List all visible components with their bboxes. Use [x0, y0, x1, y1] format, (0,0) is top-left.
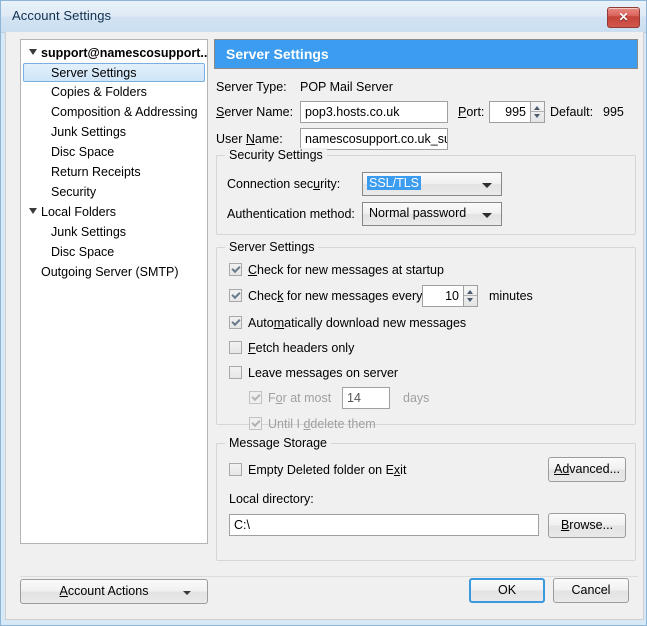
- until-delete-checkbox: [249, 417, 262, 430]
- server-settings-group: Server Settings Check for new messages a…: [216, 240, 636, 431]
- port-default-label: Default:: [550, 105, 594, 119]
- cancel-button[interactable]: Cancel: [553, 578, 629, 603]
- check-every-label: Check for new messages every: [248, 289, 423, 303]
- chevron-down-icon: [482, 183, 492, 188]
- leave-on-server-checkbox[interactable]: [229, 366, 242, 379]
- tree-item-label: Local Folders: [41, 205, 117, 219]
- tree-item-label: Disc Space: [51, 145, 115, 159]
- port-default-value: 995: [603, 105, 624, 119]
- server-name-label: Server Name:: [216, 105, 294, 119]
- tree-item-label: Copies & Folders: [51, 85, 147, 99]
- connection-security-label: Connection security:: [227, 177, 341, 191]
- server-type-value: POP Mail Server: [300, 80, 393, 94]
- authentication-method-label: Authentication method:: [227, 207, 355, 221]
- spinner-down-icon[interactable]: [467, 298, 473, 302]
- page-title: Server Settings: [226, 46, 329, 62]
- server-type-label: Server Type:: [216, 80, 287, 94]
- port-label: Port:: [458, 105, 485, 119]
- ok-button[interactable]: OK: [469, 578, 545, 603]
- server-name-input[interactable]: pop3.hosts.co.uk: [300, 101, 448, 123]
- check-startup-label: Check for new messages at startup: [248, 263, 444, 277]
- check-every-spinner[interactable]: [464, 285, 478, 307]
- window-title: Account Settings: [12, 8, 112, 23]
- sidebar-item-local-disc-space[interactable]: Disc Space: [21, 242, 207, 262]
- message-storage-title: Message Storage: [225, 436, 331, 450]
- sidebar-item-local-junk-settings[interactable]: Junk Settings: [21, 222, 207, 242]
- server-settings-title: Server Settings: [225, 240, 319, 254]
- leave-on-server-label: Leave messages on server: [248, 366, 399, 380]
- tree-item-label: Disc Space: [51, 245, 115, 259]
- sidebar-item-security[interactable]: Security: [21, 182, 207, 202]
- fetch-headers-checkbox[interactable]: [229, 341, 242, 354]
- days-label: days: [403, 391, 430, 405]
- sidebar-item-copies-folders[interactable]: Copies & Folders: [21, 82, 207, 102]
- account-settings-window: Account Settings ✕ support@namescosuppor…: [0, 0, 647, 626]
- empty-deleted-checkbox[interactable]: [229, 463, 242, 476]
- empty-deleted-label: Empty Deleted folder on Exit: [248, 463, 407, 477]
- sidebar-item-composition-addressing[interactable]: Composition & Addressing: [21, 102, 207, 122]
- chevron-down-icon: [482, 213, 492, 218]
- accounts-tree[interactable]: support@namescosupport.... Server Settin…: [20, 39, 208, 544]
- check-startup-checkbox[interactable]: [229, 263, 242, 276]
- until-delete-label: Until I ddelete them: [268, 417, 376, 431]
- user-name-label: User Name:: [216, 132, 283, 146]
- tree-item-label: support@namescosupport....: [41, 46, 207, 60]
- close-button[interactable]: ✕: [607, 7, 640, 28]
- sidebar-item-disc-space[interactable]: Disc Space: [21, 142, 207, 162]
- user-name-input[interactable]: namescosupport.co.uk_su: [300, 128, 448, 150]
- chevron-down-icon: [183, 591, 191, 595]
- spinner-up-icon[interactable]: [467, 290, 473, 294]
- twisty-expanded-icon[interactable]: [29, 49, 37, 55]
- local-directory-label: Local directory:: [229, 492, 314, 506]
- close-icon: ✕: [618, 10, 629, 24]
- local-directory-input[interactable]: C:\: [229, 514, 539, 536]
- twisty-expanded-icon[interactable]: [29, 208, 37, 214]
- tree-item-label: Junk Settings: [51, 125, 127, 139]
- check-every-checkbox[interactable]: [229, 289, 242, 302]
- connection-security-value: SSL/TLS: [367, 176, 422, 190]
- tree-item-label: Server Settings: [51, 66, 137, 80]
- minutes-label: minutes: [489, 289, 533, 303]
- port-input[interactable]: 995: [489, 101, 531, 123]
- message-storage-group: Message Storage Empty Deleted folder on …: [216, 436, 636, 561]
- dialog-body: support@namescosupport.... Server Settin…: [5, 32, 644, 620]
- pane-header: Server Settings: [214, 39, 638, 69]
- fetch-headers-label: Fetch headers only: [248, 341, 355, 355]
- tree-item-label: Outgoing Server (SMTP): [41, 265, 179, 279]
- browse-button[interactable]: Browse...: [548, 513, 626, 538]
- sidebar-item-outgoing-server-smtp[interactable]: Outgoing Server (SMTP): [21, 262, 207, 282]
- sidebar-item-return-receipts[interactable]: Return Receipts: [21, 162, 207, 182]
- tree-item-label: Junk Settings: [51, 225, 127, 239]
- account-actions-label: Account Actions: [59, 584, 149, 598]
- sidebar-item-junk-settings[interactable]: Junk Settings: [21, 122, 207, 142]
- security-settings-group: Security Settings Connection security: S…: [216, 148, 636, 235]
- for-at-most-input: 14: [342, 387, 390, 409]
- authentication-method-value: Normal password: [369, 206, 467, 220]
- spinner-up-icon[interactable]: [534, 106, 540, 110]
- connection-security-select[interactable]: SSL/TLS: [362, 172, 502, 196]
- security-settings-title: Security Settings: [225, 148, 327, 162]
- footer-divider: [20, 576, 638, 577]
- authentication-method-select[interactable]: Normal password: [362, 202, 502, 226]
- spinner-down-icon[interactable]: [534, 114, 540, 118]
- advanced-button[interactable]: Advanced...: [548, 457, 626, 482]
- tree-item-label: Security: [51, 185, 97, 199]
- tree-item-account[interactable]: support@namescosupport....: [21, 43, 207, 63]
- account-actions-button[interactable]: Account Actions: [20, 579, 208, 604]
- tree-item-label: Composition & Addressing: [51, 105, 198, 119]
- for-at-most-label: For at most: [268, 391, 332, 405]
- server-settings-pane: Server Settings Server Type: POP Mail Se…: [214, 39, 638, 572]
- auto-download-label: Automatically download new messages: [248, 316, 467, 330]
- title-bar: Account Settings ✕: [1, 1, 646, 33]
- check-every-input[interactable]: 10: [422, 285, 464, 307]
- sidebar-item-server-settings[interactable]: Server Settings: [23, 63, 205, 82]
- port-spinner[interactable]: [531, 101, 545, 123]
- for-at-most-checkbox: [249, 391, 262, 404]
- tree-item-label: Return Receipts: [51, 165, 141, 179]
- auto-download-checkbox[interactable]: [229, 316, 242, 329]
- sidebar-item-local-folders[interactable]: Local Folders: [21, 202, 207, 222]
